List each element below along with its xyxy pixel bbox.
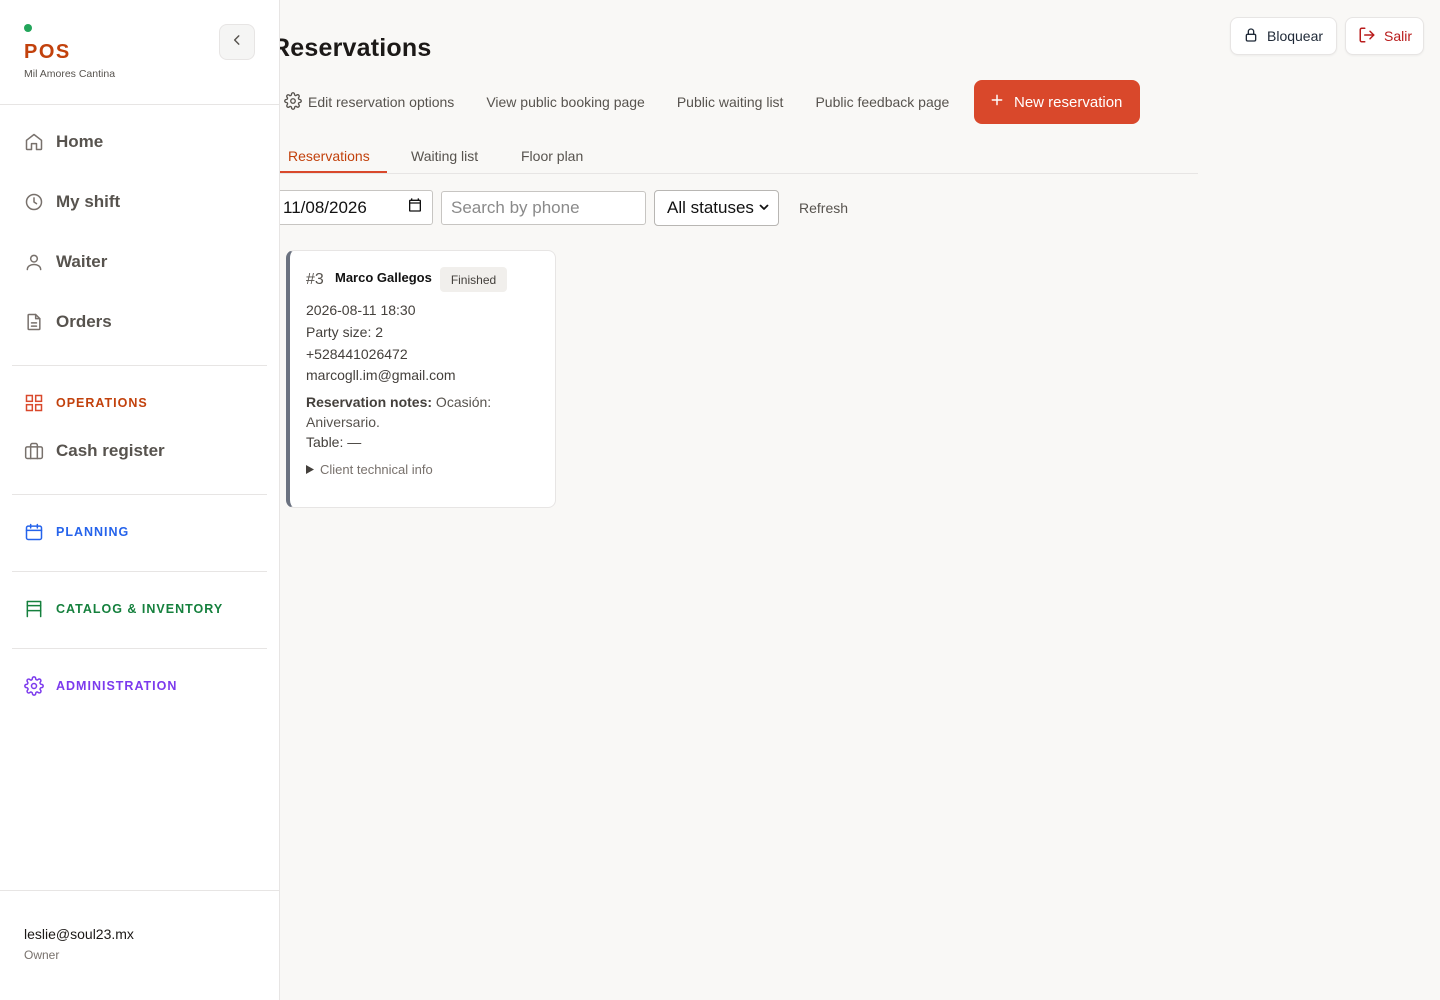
- sidebar-item-orders[interactable]: Orders: [24, 312, 112, 332]
- gear-icon: [284, 91, 302, 113]
- divider: [12, 494, 267, 495]
- user-role: Owner: [24, 948, 60, 962]
- layout-icon: [24, 599, 44, 619]
- client-technical-info-toggle[interactable]: Client technical info: [306, 462, 433, 477]
- refresh-button[interactable]: Refresh: [799, 200, 848, 216]
- edit-reservation-options-label: Edit reservation options: [308, 94, 455, 110]
- status-select[interactable]: All statuses: [654, 190, 779, 226]
- new-reservation-button[interactable]: New reservation: [974, 80, 1140, 124]
- reservation-tabs: Reservations Waiting list Floor plan: [280, 140, 1198, 174]
- section-catalog-inventory[interactable]: CATALOG & INVENTORY: [24, 599, 223, 619]
- public-waiting-list-link[interactable]: Public waiting list: [677, 94, 784, 110]
- user-icon: [24, 252, 44, 272]
- reservation-number: #3: [306, 271, 324, 288]
- divider: [0, 890, 280, 891]
- chevron-down-icon: [758, 198, 770, 218]
- chevron-left-icon: [230, 33, 244, 52]
- sidebar-item-label: My shift: [56, 192, 121, 211]
- reservation-notes-label: Reservation notes:: [306, 394, 433, 410]
- edit-reservation-options-link[interactable]: Edit reservation options: [284, 91, 455, 113]
- lock-button[interactable]: Bloquear: [1230, 17, 1337, 55]
- grid-icon: [24, 393, 44, 413]
- date-picker[interactable]: 11/08/2026: [272, 190, 433, 225]
- lock-icon: [1243, 27, 1259, 46]
- section-catalog-inventory-label: CATALOG & INVENTORY: [56, 602, 224, 616]
- collapse-sidebar-button[interactable]: [219, 24, 255, 60]
- sidebar-item-my-shift[interactable]: My shift: [24, 192, 120, 212]
- reservation-notes: Reservation notes: Ocasión: Aniversario.: [306, 392, 541, 432]
- exit-button[interactable]: Salir: [1345, 17, 1424, 55]
- home-icon: [24, 132, 44, 152]
- section-operations[interactable]: OPERATIONS: [24, 393, 148, 413]
- logout-icon: [1358, 26, 1376, 47]
- reservation-datetime: 2026-08-11 18:30: [306, 302, 416, 318]
- tab-waiting-list[interactable]: Waiting list: [411, 148, 478, 164]
- public-feedback-link[interactable]: Public feedback page: [815, 94, 949, 110]
- section-planning[interactable]: PLANNING: [24, 522, 129, 542]
- new-reservation-label: New reservation: [1014, 93, 1123, 111]
- status-select-value: All statuses: [667, 198, 754, 217]
- divider: [12, 648, 267, 649]
- plus-icon: [990, 93, 1004, 111]
- sidebar: POS Mil Amores Cantina Home My shift Wai…: [0, 0, 280, 1000]
- date-value: 11/08/2026: [283, 197, 367, 217]
- reservation-actions: Edit reservation options View public boo…: [284, 80, 981, 124]
- search-by-phone-input[interactable]: [441, 191, 646, 225]
- section-operations-label: OPERATIONS: [56, 396, 148, 410]
- reservation-table: Table: —: [306, 434, 362, 450]
- divider: [12, 365, 267, 366]
- reservation-party-size: Party size: 2: [306, 324, 384, 340]
- sidebar-item-label: Cash register: [56, 441, 165, 460]
- document-icon: [24, 312, 44, 332]
- section-administration[interactable]: ADMINISTRATION: [24, 676, 177, 696]
- calendar-icon: [24, 522, 44, 542]
- gear-icon: [24, 676, 44, 696]
- sidebar-item-label: Home: [56, 132, 104, 151]
- divider: [12, 571, 267, 572]
- page-title: Reservations: [272, 34, 432, 62]
- reservation-email: marcogll.im@gmail.com: [306, 367, 456, 383]
- sidebar-item-label: Waiter: [56, 252, 108, 271]
- exit-label: Salir: [1384, 28, 1413, 44]
- restaurant-name: Mil Amores Cantina: [24, 68, 116, 80]
- triangle-right-icon: [306, 462, 314, 477]
- briefcase-icon: [24, 441, 44, 461]
- sidebar-item-cash-register[interactable]: Cash register: [24, 441, 165, 461]
- reservation-card[interactable]: #3 Marco Gallegos Finished 2026-08-11 18…: [286, 250, 556, 508]
- view-public-booking-link[interactable]: View public booking page: [486, 94, 645, 110]
- status-badge: Finished: [440, 267, 507, 292]
- reservation-phone: +528441026472: [306, 346, 408, 362]
- tab-reservations[interactable]: Reservations: [288, 148, 370, 164]
- active-tab-indicator: [280, 171, 387, 173]
- user-email: leslie@soul23.mx: [24, 926, 134, 942]
- client-technical-info-label: Client technical info: [320, 462, 433, 477]
- sidebar-item-waiter[interactable]: Waiter: [24, 252, 107, 272]
- sidebar-item-home[interactable]: Home: [24, 132, 103, 152]
- clock-icon: [24, 192, 44, 212]
- brand-title: POS: [24, 41, 71, 63]
- lock-label: Bloquear: [1267, 28, 1324, 44]
- online-status-dot: [24, 24, 32, 32]
- divider: [0, 104, 280, 105]
- calendar-icon[interactable]: [407, 197, 423, 218]
- section-planning-label: PLANNING: [56, 525, 130, 539]
- section-administration-label: ADMINISTRATION: [56, 679, 178, 693]
- tab-floor-plan[interactable]: Floor plan: [521, 148, 583, 164]
- reservation-client-name: Marco Gallegos: [335, 270, 432, 285]
- sidebar-item-label: Orders: [56, 312, 112, 331]
